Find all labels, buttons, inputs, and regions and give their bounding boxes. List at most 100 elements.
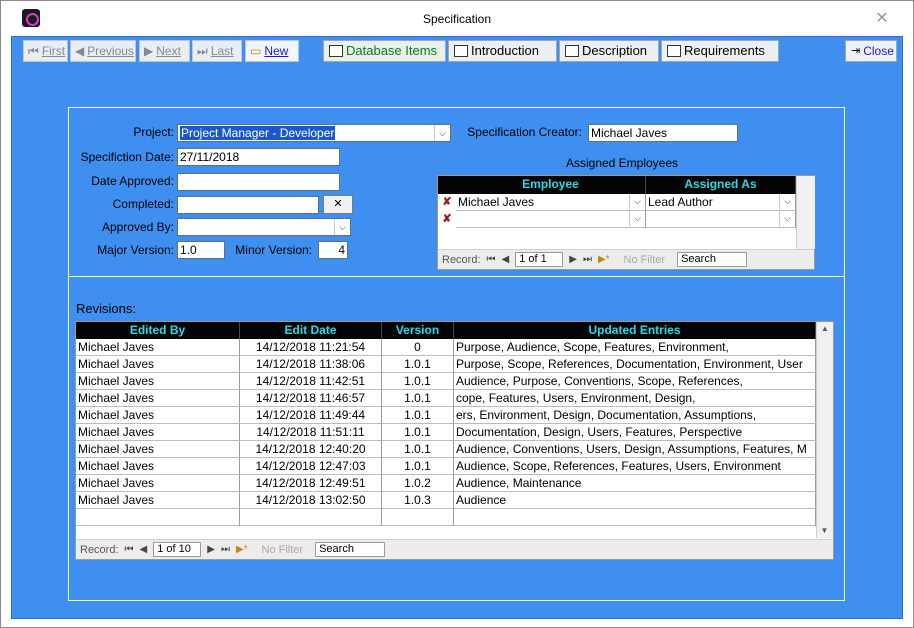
edited-by-cell[interactable] xyxy=(76,509,240,526)
table-row[interactable]: Michael Javes 14/12/2018 11:49:44 1.0.1 ers… xyxy=(76,407,816,424)
first-record-icon[interactable]: ⏮ xyxy=(125,544,134,555)
first-record-button[interactable]: ⏮ First xyxy=(23,40,68,62)
version-cell[interactable]: 1.0.3 xyxy=(382,492,454,509)
edited-by-cell[interactable]: Michael Javes xyxy=(76,492,240,509)
next-record-icon[interactable]: ▶ xyxy=(207,544,215,555)
updated-entries-column-header[interactable]: Updated Entries xyxy=(454,322,816,339)
edit-date-cell[interactable]: 14/12/2018 11:51:11 xyxy=(240,424,382,441)
edit-date-cell[interactable]: 14/12/2018 12:47:03 xyxy=(240,458,382,475)
table-row[interactable]: Michael Javes 14/12/2018 11:38:06 1.0.1 Pur… xyxy=(76,356,816,373)
chevron-down-icon[interactable]: ⌵ xyxy=(779,194,795,209)
new-record-icon[interactable]: ▶* xyxy=(598,254,610,265)
table-row[interactable]: Michael Javes 14/12/2018 11:46:57 1.0.1 cop… xyxy=(76,390,816,407)
completed-field[interactable] xyxy=(177,196,319,214)
employee-new-combo[interactable]: ⌵ xyxy=(456,211,646,228)
record-position-field[interactable]: 1 of 1 xyxy=(515,252,564,267)
updated-entries-cell[interactable]: Audience, Scope, References, Features, U… xyxy=(454,458,816,475)
table-row[interactable]: Michael Javes 14/12/2018 11:42:51 1.0.1 Aud… xyxy=(76,373,816,390)
edited-by-cell[interactable]: Michael Javes xyxy=(76,441,240,458)
row-selector-icon[interactable]: ✘ xyxy=(438,194,456,211)
creator-field[interactable]: Michael Javes xyxy=(588,124,738,142)
version-cell[interactable]: 1.0.1 xyxy=(382,424,454,441)
table-row[interactable]: Michael Javes 14/12/2018 11:51:11 1.0.1 Doc… xyxy=(76,424,816,441)
chevron-down-icon[interactable]: ⌵ xyxy=(334,219,350,235)
version-column-header[interactable]: Version xyxy=(382,322,454,339)
previous-record-button[interactable]: ◀ Previous xyxy=(70,40,136,62)
project-combo[interactable]: Project Manager - Developer ⌵ xyxy=(177,124,451,142)
scroll-up-icon[interactable]: ▲ xyxy=(817,322,833,336)
updated-entries-cell[interactable]: cope, Features, Users, Environment, Desi… xyxy=(454,390,816,407)
new-record-button[interactable]: ▭ New xyxy=(245,40,299,62)
chevron-down-icon[interactable]: ⌵ xyxy=(779,211,795,226)
table-row[interactable]: Michael Javes 14/12/2018 11:21:54 0 Purpose… xyxy=(76,339,816,356)
edited-by-cell[interactable]: Michael Javes xyxy=(76,407,240,424)
edited-by-cell[interactable]: Michael Javes xyxy=(76,339,240,356)
edit-date-cell[interactable]: 14/12/2018 11:46:57 xyxy=(240,390,382,407)
close-form-button[interactable]: ⇥ Close xyxy=(845,40,897,62)
last-record-button[interactable]: ⏭ Last xyxy=(192,40,242,62)
updated-entries-cell[interactable]: Documentation, Design, Users, Features, … xyxy=(454,424,816,441)
edited-by-cell[interactable]: Michael Javes xyxy=(76,356,240,373)
updated-entries-cell[interactable]: Audience, Conventions, Users, Design, As… xyxy=(454,441,816,458)
assigned-as-new-combo[interactable]: ⌵ xyxy=(646,211,796,228)
edit-date-cell[interactable]: 14/12/2018 13:02:50 xyxy=(240,492,382,509)
assigned-as-column-header[interactable]: Assigned As xyxy=(646,176,796,194)
employee-combo[interactable]: Michael Javes ⌵ xyxy=(456,194,646,211)
assigned-as-combo[interactable]: Lead Author ⌵ xyxy=(646,194,796,211)
search-box[interactable]: Search xyxy=(677,252,748,267)
updated-entries-cell[interactable]: Purpose, Audience, Scope, Features, Envi… xyxy=(454,339,816,356)
clear-completed-button[interactable]: ✕ xyxy=(323,195,353,214)
no-filter-indicator[interactable]: No Filter xyxy=(262,544,304,556)
version-cell[interactable]: 1.0.2 xyxy=(382,475,454,492)
edited-by-cell[interactable]: Michael Javes xyxy=(76,424,240,441)
scroll-down-icon[interactable]: ▼ xyxy=(817,524,832,538)
updated-entries-cell[interactable]: Purpose, Scope, References, Documentatio… xyxy=(454,356,816,373)
updated-entries-cell[interactable]: Audience, Maintenance xyxy=(454,475,816,492)
edited-by-cell[interactable]: Michael Javes xyxy=(76,373,240,390)
spec-date-field[interactable]: 27/11/2018 xyxy=(177,148,340,166)
new-record-icon[interactable]: ▶* xyxy=(236,544,248,555)
table-row[interactable]: Michael Javes 14/12/2018 12:47:03 1.0.1 Aud… xyxy=(76,458,816,475)
edited-by-column-header[interactable]: Edited By xyxy=(76,322,240,339)
chevron-down-icon[interactable]: ⌵ xyxy=(629,211,645,226)
date-approved-field[interactable] xyxy=(177,173,340,191)
updated-entries-cell[interactable] xyxy=(454,509,816,526)
version-cell[interactable]: 1.0.1 xyxy=(382,390,454,407)
edit-date-cell[interactable]: 14/12/2018 12:49:51 xyxy=(240,475,382,492)
version-cell[interactable]: 0 xyxy=(382,339,454,356)
version-cell[interactable]: 1.0.1 xyxy=(382,441,454,458)
table-row[interactable]: Michael Javes 14/12/2018 12:49:51 1.0.2 Aud… xyxy=(76,475,816,492)
updated-entries-cell[interactable]: Audience, Purpose, Conventions, Scope, R… xyxy=(454,373,816,390)
version-cell[interactable]: 1.0.1 xyxy=(382,373,454,390)
next-record-button[interactable]: ▶ Next xyxy=(139,40,190,62)
last-record-icon[interactable]: ⏭ xyxy=(583,254,592,265)
tab-description[interactable]: Description xyxy=(559,40,659,62)
next-record-icon[interactable]: ▶ xyxy=(569,254,577,265)
updated-entries-cell[interactable]: ers, Environment, Design, Documentation,… xyxy=(454,407,816,424)
approved-by-combo[interactable]: ⌵ xyxy=(177,218,351,236)
chevron-down-icon[interactable]: ⌵ xyxy=(629,194,645,209)
table-row[interactable]: Michael Javes 14/12/2018 13:02:50 1.0.3 Aud… xyxy=(76,492,816,509)
previous-record-icon[interactable]: ◀ xyxy=(140,544,148,555)
previous-record-icon[interactable]: ◀ xyxy=(502,254,510,265)
edited-by-cell[interactable]: Michael Javes xyxy=(76,390,240,407)
version-cell[interactable] xyxy=(382,509,454,526)
window-close-icon[interactable]: ✕ xyxy=(871,8,893,30)
edit-date-column-header[interactable]: Edit Date xyxy=(240,322,382,339)
version-cell[interactable]: 1.0.1 xyxy=(382,407,454,424)
edit-date-cell[interactable] xyxy=(240,509,382,526)
employees-scrollbar[interactable] xyxy=(796,176,815,249)
search-box[interactable]: Search xyxy=(315,542,386,557)
tab-requirements[interactable]: Requirements xyxy=(661,40,779,62)
edit-date-cell[interactable]: 14/12/2018 11:42:51 xyxy=(240,373,382,390)
table-row[interactable] xyxy=(76,509,816,526)
updated-entries-cell[interactable]: Audience xyxy=(454,492,816,509)
no-filter-indicator[interactable]: No Filter xyxy=(624,254,666,266)
first-record-icon[interactable]: ⏮ xyxy=(487,254,496,265)
tab-introduction[interactable]: Introduction xyxy=(448,40,557,62)
employee-column-header[interactable]: Employee xyxy=(456,176,646,194)
version-cell[interactable]: 1.0.1 xyxy=(382,458,454,475)
last-record-icon[interactable]: ⏭ xyxy=(221,544,230,555)
minor-version-field[interactable]: 4 xyxy=(318,241,348,259)
new-row-selector-icon[interactable]: ✘ xyxy=(438,211,456,228)
